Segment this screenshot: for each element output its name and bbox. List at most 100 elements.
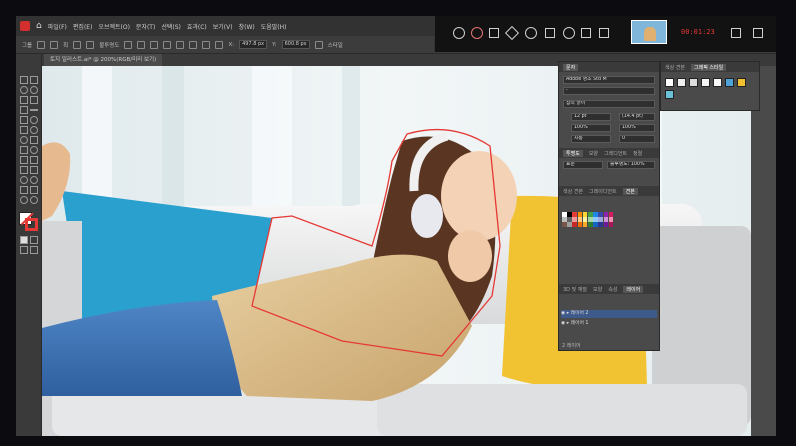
layer-row[interactable]: ◉ ▸ 레이어 2 xyxy=(561,310,657,318)
swatch-grid[interactable] xyxy=(562,212,658,248)
brush-icon[interactable] xyxy=(86,40,95,49)
color-swatch[interactable] xyxy=(598,217,603,222)
blend-mode-select[interactable]: 표준 xyxy=(563,161,603,169)
horizontal-scale-field[interactable]: 100% xyxy=(619,124,655,132)
menu-select[interactable]: 선택(S) xyxy=(161,22,181,31)
color-swatch[interactable] xyxy=(567,217,572,222)
shape-builder-icon[interactable] xyxy=(30,156,38,164)
link-icon[interactable] xyxy=(314,40,323,49)
style-thumb[interactable] xyxy=(701,78,710,87)
opacity-field[interactable]: 불투명도: 100% xyxy=(607,161,655,169)
gradient-tool-icon[interactable] xyxy=(20,176,28,184)
y-field[interactable]: 600.8 px xyxy=(281,40,310,49)
font-size-field[interactable]: 12 pt xyxy=(571,113,611,121)
font-family-select[interactable]: Adobe 명조 Std M xyxy=(563,76,655,84)
color-swatch[interactable] xyxy=(603,212,609,217)
style-thumb[interactable] xyxy=(665,78,674,87)
warp-tool-icon[interactable] xyxy=(30,146,38,154)
pencil-tool-icon[interactable] xyxy=(30,126,38,134)
pen-icon[interactable] xyxy=(73,40,82,49)
align-center-icon[interactable] xyxy=(137,40,146,49)
lasso-icon[interactable] xyxy=(30,86,38,94)
menu-window[interactable]: 창(W) xyxy=(239,22,255,31)
color-swatch[interactable] xyxy=(593,222,598,227)
menu-view[interactable]: 보기(V) xyxy=(213,22,233,31)
align-top-icon[interactable] xyxy=(176,40,185,49)
timer-icon[interactable] xyxy=(563,27,575,39)
record-icon[interactable] xyxy=(471,27,483,39)
draw-mode-icon[interactable] xyxy=(20,246,28,254)
font-style-select[interactable]: - xyxy=(563,87,655,95)
align-left-icon[interactable] xyxy=(124,40,133,49)
distribute-icon[interactable] xyxy=(163,40,172,49)
rotate-tool-icon[interactable] xyxy=(30,136,38,144)
paintbrush-tool-icon[interactable] xyxy=(30,116,38,124)
eyedropper-icon[interactable] xyxy=(30,176,38,184)
color-mode-icon[interactable] xyxy=(20,236,28,244)
eye-icon[interactable]: ◉ ▸ xyxy=(561,311,571,316)
free-transform-icon[interactable] xyxy=(20,156,28,164)
color-swatch[interactable] xyxy=(562,222,567,227)
tab-align[interactable]: 정렬 xyxy=(633,150,642,157)
cursor-icon[interactable] xyxy=(545,28,555,38)
tab-3d-material[interactable]: 3D 및 재질 xyxy=(563,286,587,293)
menu-edit[interactable]: 편집(E) xyxy=(73,22,93,31)
fill-icon[interactable] xyxy=(37,40,46,49)
drop-icon[interactable] xyxy=(581,28,591,38)
color-swatch[interactable] xyxy=(562,217,567,222)
style-thumb[interactable] xyxy=(677,78,686,87)
leading-field[interactable]: (14.4 pt) xyxy=(619,113,655,121)
color-swatch[interactable] xyxy=(603,222,609,227)
magic-wand-icon[interactable] xyxy=(20,86,28,94)
shaper-tool-icon[interactable] xyxy=(20,126,28,134)
style-thumb[interactable] xyxy=(713,78,722,87)
screenshot-icon[interactable] xyxy=(731,28,741,38)
align-bottom-icon[interactable] xyxy=(202,40,211,49)
style-thumb[interactable] xyxy=(665,90,674,99)
color-swatch[interactable] xyxy=(572,212,577,217)
color-swatch[interactable] xyxy=(593,212,598,217)
stroke-swatch[interactable] xyxy=(25,218,38,231)
color-swatch[interactable] xyxy=(588,222,593,227)
blend-tool-icon[interactable] xyxy=(20,186,28,194)
menu-file[interactable]: 파일(F) xyxy=(48,22,67,31)
x-field[interactable]: 497.8 px xyxy=(239,40,268,49)
color-swatch[interactable] xyxy=(582,212,588,217)
hand-tool-icon[interactable] xyxy=(20,196,28,204)
screen-mode-icon[interactable] xyxy=(30,246,38,254)
color-swatch[interactable] xyxy=(567,212,572,217)
tab-swatches-2[interactable]: 색상 견본 xyxy=(665,64,685,71)
type-tool-icon[interactable] xyxy=(20,106,28,114)
gradient-mode-icon[interactable] xyxy=(30,236,38,244)
info-icon[interactable] xyxy=(453,27,465,39)
align-right-icon[interactable] xyxy=(150,40,159,49)
selection-tool-icon[interactable] xyxy=(20,76,28,84)
color-swatch[interactable] xyxy=(562,212,567,217)
style-thumb[interactable] xyxy=(689,78,698,87)
color-swatch[interactable] xyxy=(588,212,593,217)
color-swatch[interactable] xyxy=(577,222,583,227)
menu-object[interactable]: 오브젝트(O) xyxy=(98,22,130,31)
layer-row[interactable]: ◉ ▸ 레이어 1 xyxy=(561,320,657,328)
tracking-field[interactable]: 0 xyxy=(619,135,655,143)
mesh-tool-icon[interactable] xyxy=(30,166,38,174)
color-swatch[interactable] xyxy=(567,222,572,227)
home-icon[interactable]: ⌂ xyxy=(36,21,42,31)
tab-gradient[interactable]: 그레디언트 xyxy=(604,150,627,157)
color-swatch[interactable] xyxy=(577,217,583,222)
menu-type[interactable]: 문자(T) xyxy=(136,22,155,31)
color-swatch[interactable] xyxy=(588,217,593,222)
symbol-sprayer-icon[interactable] xyxy=(30,186,38,194)
color-swatch[interactable] xyxy=(577,212,583,217)
vertical-scale-field[interactable]: 100% xyxy=(571,124,611,132)
tab-swatches[interactable]: 색상 견본 xyxy=(563,188,583,195)
color-swatch[interactable] xyxy=(598,222,603,227)
color-swatch[interactable] xyxy=(572,217,577,222)
scale-tool-icon[interactable] xyxy=(20,146,28,154)
tab-appearance[interactable]: 모양 xyxy=(589,150,598,157)
rectangle-tool-icon[interactable] xyxy=(20,116,28,124)
settings-icon[interactable] xyxy=(753,28,763,38)
tab-graphic-styles[interactable]: 그래픽 스타일 xyxy=(691,63,727,71)
stroke-icon[interactable] xyxy=(50,40,59,49)
menu-help[interactable]: 도움말(H) xyxy=(261,22,287,31)
